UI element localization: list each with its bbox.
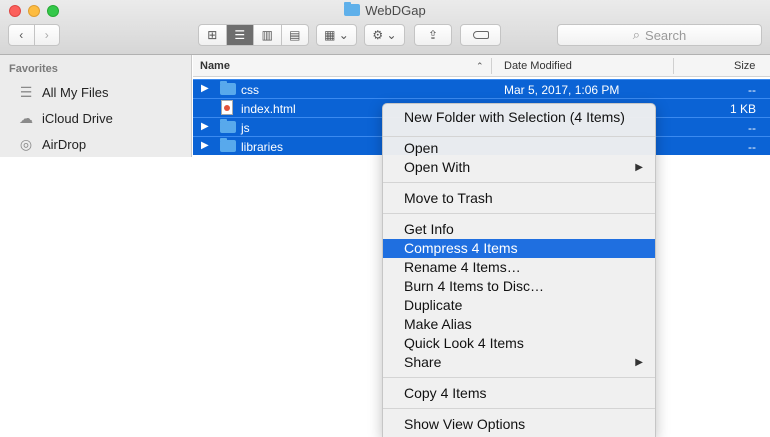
- menu-item-rename[interactable]: Rename 4 Items…: [383, 258, 655, 277]
- forward-button[interactable]: ›: [33, 25, 60, 45]
- sort-ascending-icon: ⌃: [476, 61, 484, 71]
- cloud-icon: ☁: [19, 109, 33, 126]
- menu-item-new-folder-with-selection[interactable]: New Folder with Selection (4 Items): [383, 108, 655, 127]
- column-header-size[interactable]: Size: [734, 60, 755, 72]
- file-size: 1 KB: [729, 102, 756, 116]
- folder-icon: [220, 138, 236, 152]
- menu-item-label: Share: [404, 354, 442, 370]
- sidebar-item-airdrop[interactable]: ◎ AirDrop: [17, 133, 86, 155]
- file-row-css[interactable]: ▶ css Mar 5, 2017, 1:06 PM --: [193, 79, 770, 98]
- list-view-button[interactable]: ☰: [225, 25, 253, 45]
- file-size: --: [748, 83, 756, 97]
- cover-flow-view-button[interactable]: ▤: [280, 25, 309, 45]
- sidebar-heading-favorites: Favorites: [9, 63, 58, 75]
- menu-item-open[interactable]: Open: [383, 139, 655, 158]
- submenu-arrow-icon: ▶: [635, 162, 643, 173]
- edit-tags-button[interactable]: [460, 24, 501, 46]
- back-button[interactable]: ‹: [9, 25, 34, 45]
- context-menu: New Folder with Selection (4 Items) Open…: [382, 103, 656, 437]
- menu-item-burn-to-disc[interactable]: Burn 4 Items to Disc…: [383, 277, 655, 296]
- sidebar-item-label: iCloud Drive: [42, 110, 113, 126]
- search-field[interactable]: ⌕ Search: [557, 24, 762, 46]
- all-files-icon: ☰: [19, 83, 33, 100]
- menu-item-make-alias[interactable]: Make Alias: [383, 315, 655, 334]
- folder-icon: [220, 81, 236, 95]
- file-size: --: [748, 121, 756, 135]
- file-size: --: [748, 140, 756, 154]
- window-title: WebDGap: [0, 2, 770, 18]
- menu-item-share[interactable]: Share ▶: [383, 353, 655, 372]
- disclosure-triangle-icon[interactable]: ▶: [201, 83, 209, 94]
- icon-view-button[interactable]: ⊞: [199, 25, 226, 45]
- disclosure-triangle-icon[interactable]: ▶: [201, 140, 209, 151]
- sidebar: Favorites ☰ All My Files ☁ iCloud Drive …: [0, 55, 192, 157]
- back-forward-buttons: ‹ ›: [8, 24, 60, 46]
- menu-item-show-view-options[interactable]: Show View Options: [383, 415, 655, 434]
- window-toolbar: WebDGap ‹ › ⊞ ☰ ▥ ▤ ▦ ⌄ ⚙ ⌄ ⇪ ⌕ Search: [0, 0, 770, 55]
- file-date: Mar 5, 2017, 1:06 PM: [504, 83, 620, 97]
- airdrop-icon: ◎: [19, 135, 33, 152]
- menu-item-open-with[interactable]: Open With ▶: [383, 158, 655, 177]
- view-mode-buttons: ⊞ ☰ ▥ ▤: [198, 24, 309, 46]
- menu-separator: [383, 408, 655, 409]
- search-icon: ⌕: [632, 27, 641, 42]
- html-file-icon: [221, 100, 233, 115]
- menu-item-copy[interactable]: Copy 4 Items: [383, 384, 655, 403]
- file-name: index.html: [241, 102, 296, 116]
- menu-item-duplicate[interactable]: Duplicate: [383, 296, 655, 315]
- tag-icon: [472, 31, 489, 39]
- menu-separator: [383, 377, 655, 378]
- folder-icon: [220, 119, 236, 133]
- menu-item-get-info[interactable]: Get Info: [383, 220, 655, 239]
- submenu-arrow-icon: ▶: [635, 357, 643, 368]
- share-button[interactable]: ⇪: [414, 24, 452, 46]
- file-name: js: [241, 121, 250, 135]
- search-placeholder: Search: [645, 27, 687, 43]
- folder-icon: [344, 2, 361, 16]
- menu-separator: [383, 136, 655, 137]
- menu-separator: [383, 182, 655, 183]
- menu-item-quick-look[interactable]: Quick Look 4 Items: [383, 334, 655, 353]
- menu-separator: [383, 213, 655, 214]
- column-headers: Name ⌃ Date Modified Size: [193, 55, 770, 77]
- action-gear-button[interactable]: ⚙ ⌄: [364, 24, 405, 46]
- disclosure-triangle-icon[interactable]: ▶: [201, 121, 209, 132]
- menu-item-label: Open With: [404, 159, 471, 175]
- file-name: libraries: [241, 140, 284, 154]
- column-view-button[interactable]: ▥: [253, 25, 281, 45]
- sidebar-item-label: All My Files: [42, 84, 109, 100]
- window-title-text: WebDGap: [365, 3, 426, 18]
- column-divider[interactable]: [673, 58, 674, 74]
- file-name: css: [241, 83, 259, 97]
- sidebar-item-label: AirDrop: [42, 136, 87, 152]
- arrange-button[interactable]: ▦ ⌄: [316, 24, 357, 46]
- sidebar-item-all-my-files[interactable]: ☰ All My Files: [17, 81, 109, 103]
- menu-item-compress[interactable]: Compress 4 Items: [383, 239, 655, 258]
- menu-item-move-to-trash[interactable]: Move to Trash: [383, 189, 655, 208]
- column-divider[interactable]: [491, 58, 492, 74]
- column-header-date-modified[interactable]: Date Modified: [504, 60, 572, 72]
- sidebar-item-icloud-drive[interactable]: ☁ iCloud Drive: [17, 107, 113, 129]
- column-header-name[interactable]: Name: [200, 60, 230, 72]
